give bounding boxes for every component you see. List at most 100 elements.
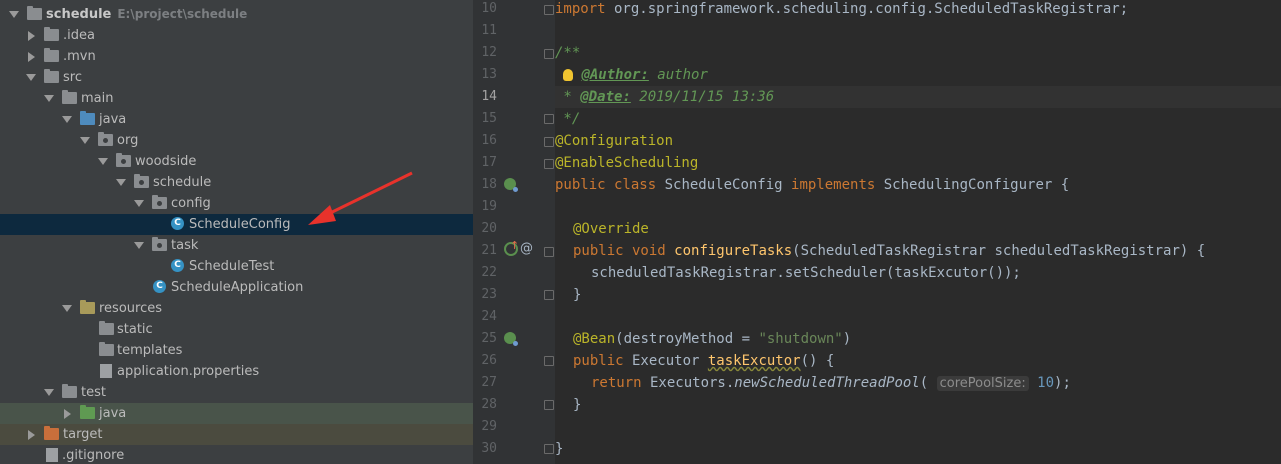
doc-star: * [555, 89, 581, 105]
fold-marker-icon[interactable] [544, 247, 554, 257]
expand-arrow-icon[interactable] [80, 137, 90, 144]
line-number: 10 [481, 1, 497, 16]
folder-icon [99, 342, 114, 356]
code-line-18: public class ScheduleConfig implements S… [555, 174, 1069, 196]
expand-arrow-icon[interactable] [44, 95, 54, 102]
root-name: schedule [46, 7, 112, 22]
tree-root-schedule[interactable]: schedule E:\project\schedule [0, 4, 473, 25]
source-folder-icon [80, 111, 95, 125]
keyword: public [573, 353, 624, 369]
folder-icon [62, 384, 77, 398]
fold-marker-icon[interactable] [544, 444, 554, 454]
code-text: org.springframework.scheduling.config.Sc… [605, 1, 1129, 17]
expand-arrow-icon[interactable] [9, 11, 19, 18]
gitignore-file-icon [46, 448, 58, 462]
tree-item-static[interactable]: static [0, 319, 473, 340]
module-folder-icon [27, 6, 42, 20]
tree-item-task[interactable]: task [0, 235, 473, 256]
class-ref: Executors. [641, 375, 735, 391]
code-text: ) [842, 331, 852, 347]
tree-item-test[interactable]: test [0, 382, 473, 403]
tree-item-idea[interactable]: .idea [0, 25, 473, 46]
project-tree-panel: schedule E:\project\schedule .idea .mvn s… [0, 0, 473, 464]
tree-item-resources[interactable]: resources [0, 298, 473, 319]
annotation-gutter-icon[interactable]: @ [520, 241, 533, 257]
tree-item-label: task [171, 238, 199, 253]
tree-item-label: java [99, 112, 127, 127]
tree-item-label: .gitignore [62, 448, 125, 463]
tree-item-application-properties[interactable]: application.properties [0, 361, 473, 382]
fold-marker-icon[interactable] [544, 159, 554, 169]
method-name: configureTasks [674, 243, 793, 259]
tree-item-label: .mvn [63, 49, 96, 64]
tree-item-templates[interactable]: templates [0, 340, 473, 361]
expand-arrow-icon[interactable] [134, 200, 144, 207]
collapse-arrow-icon[interactable] [28, 31, 35, 41]
collapse-arrow-icon[interactable] [64, 409, 71, 419]
tree-item-label: schedule [153, 175, 212, 190]
tree-item-main[interactable]: main [0, 88, 473, 109]
package-icon [152, 237, 167, 251]
doc-text: author [648, 67, 708, 83]
expand-arrow-icon[interactable] [62, 116, 72, 123]
type-name: Executor [623, 353, 708, 369]
fold-marker-icon[interactable] [544, 290, 554, 300]
expand-arrow-icon[interactable] [62, 305, 72, 312]
expand-arrow-icon[interactable] [116, 179, 126, 186]
line-number: 17 [481, 155, 497, 170]
folder-icon [44, 48, 59, 62]
tree-item-label: config [171, 196, 211, 211]
code-line-17: @EnableScheduling [555, 155, 699, 171]
expand-arrow-icon[interactable] [134, 242, 144, 249]
fold-marker-icon[interactable] [544, 400, 554, 410]
root-path: E:\project\schedule [117, 7, 248, 21]
tree-item-label: woodside [135, 154, 197, 169]
line-number: 27 [481, 375, 497, 390]
line-number: 18 [481, 177, 497, 192]
collapse-arrow-icon[interactable] [28, 52, 35, 62]
tree-item-java[interactable]: java [0, 109, 473, 130]
editor-gutter: 10 11 12 13 14 15 16 17 18 19 20 21 22 2… [473, 0, 555, 464]
keyword: public class [555, 177, 657, 193]
tree-item-gitignore[interactable]: .gitignore [0, 445, 473, 464]
method-name: taskExcutor [707, 353, 801, 369]
fold-marker-icon[interactable] [544, 49, 554, 59]
fold-marker-icon[interactable] [544, 356, 554, 366]
lightbulb-icon[interactable] [563, 69, 573, 81]
java-class-icon: C [171, 217, 184, 230]
line-number: 30 [481, 441, 497, 456]
tree-item-test-java[interactable]: java [0, 403, 473, 424]
fold-marker-icon[interactable] [544, 137, 554, 147]
line-number: 25 [481, 331, 497, 346]
fold-marker-icon[interactable] [544, 114, 554, 124]
line-number: 19 [481, 199, 497, 214]
code-editor[interactable]: import org.springframework.scheduling.co… [555, 0, 1281, 464]
java-class-icon: C [171, 259, 184, 272]
string-literal: "shutdown" [758, 331, 843, 347]
folder-icon [44, 69, 59, 83]
code-text: ); [1054, 375, 1071, 391]
code-line-10: import org.springframework.scheduling.co… [555, 0, 1128, 20]
tree-item-label: ScheduleTest [189, 259, 275, 274]
collapse-arrow-icon[interactable] [28, 430, 35, 440]
tree-item-mvn[interactable]: .mvn [0, 46, 473, 67]
tree-item-target[interactable]: target [0, 424, 473, 445]
spring-bean-gutter-icon[interactable] [504, 332, 518, 346]
expand-arrow-icon[interactable] [98, 158, 108, 165]
tree-item-scheduleapplication[interactable]: C ScheduleApplication [0, 277, 473, 298]
expand-arrow-icon[interactable] [26, 74, 36, 81]
tree-item-scheduletest[interactable]: C ScheduleTest [0, 256, 473, 277]
fold-marker-icon[interactable] [544, 5, 554, 15]
line-number: 12 [481, 45, 497, 60]
tree-item-src[interactable]: src [0, 67, 473, 88]
expand-arrow-icon[interactable] [44, 389, 54, 396]
tree-item-label: src [63, 70, 82, 85]
keyword: return [591, 375, 642, 391]
tree-item-label: ScheduleApplication [171, 280, 304, 295]
tree-item-label: .idea [63, 28, 95, 43]
spring-bean-gutter-icon[interactable] [504, 178, 518, 192]
tree-item-org[interactable]: org [0, 130, 473, 151]
keyword: public void [573, 243, 666, 259]
red-annotation-arrow-icon [308, 171, 413, 225]
package-icon [152, 195, 167, 209]
